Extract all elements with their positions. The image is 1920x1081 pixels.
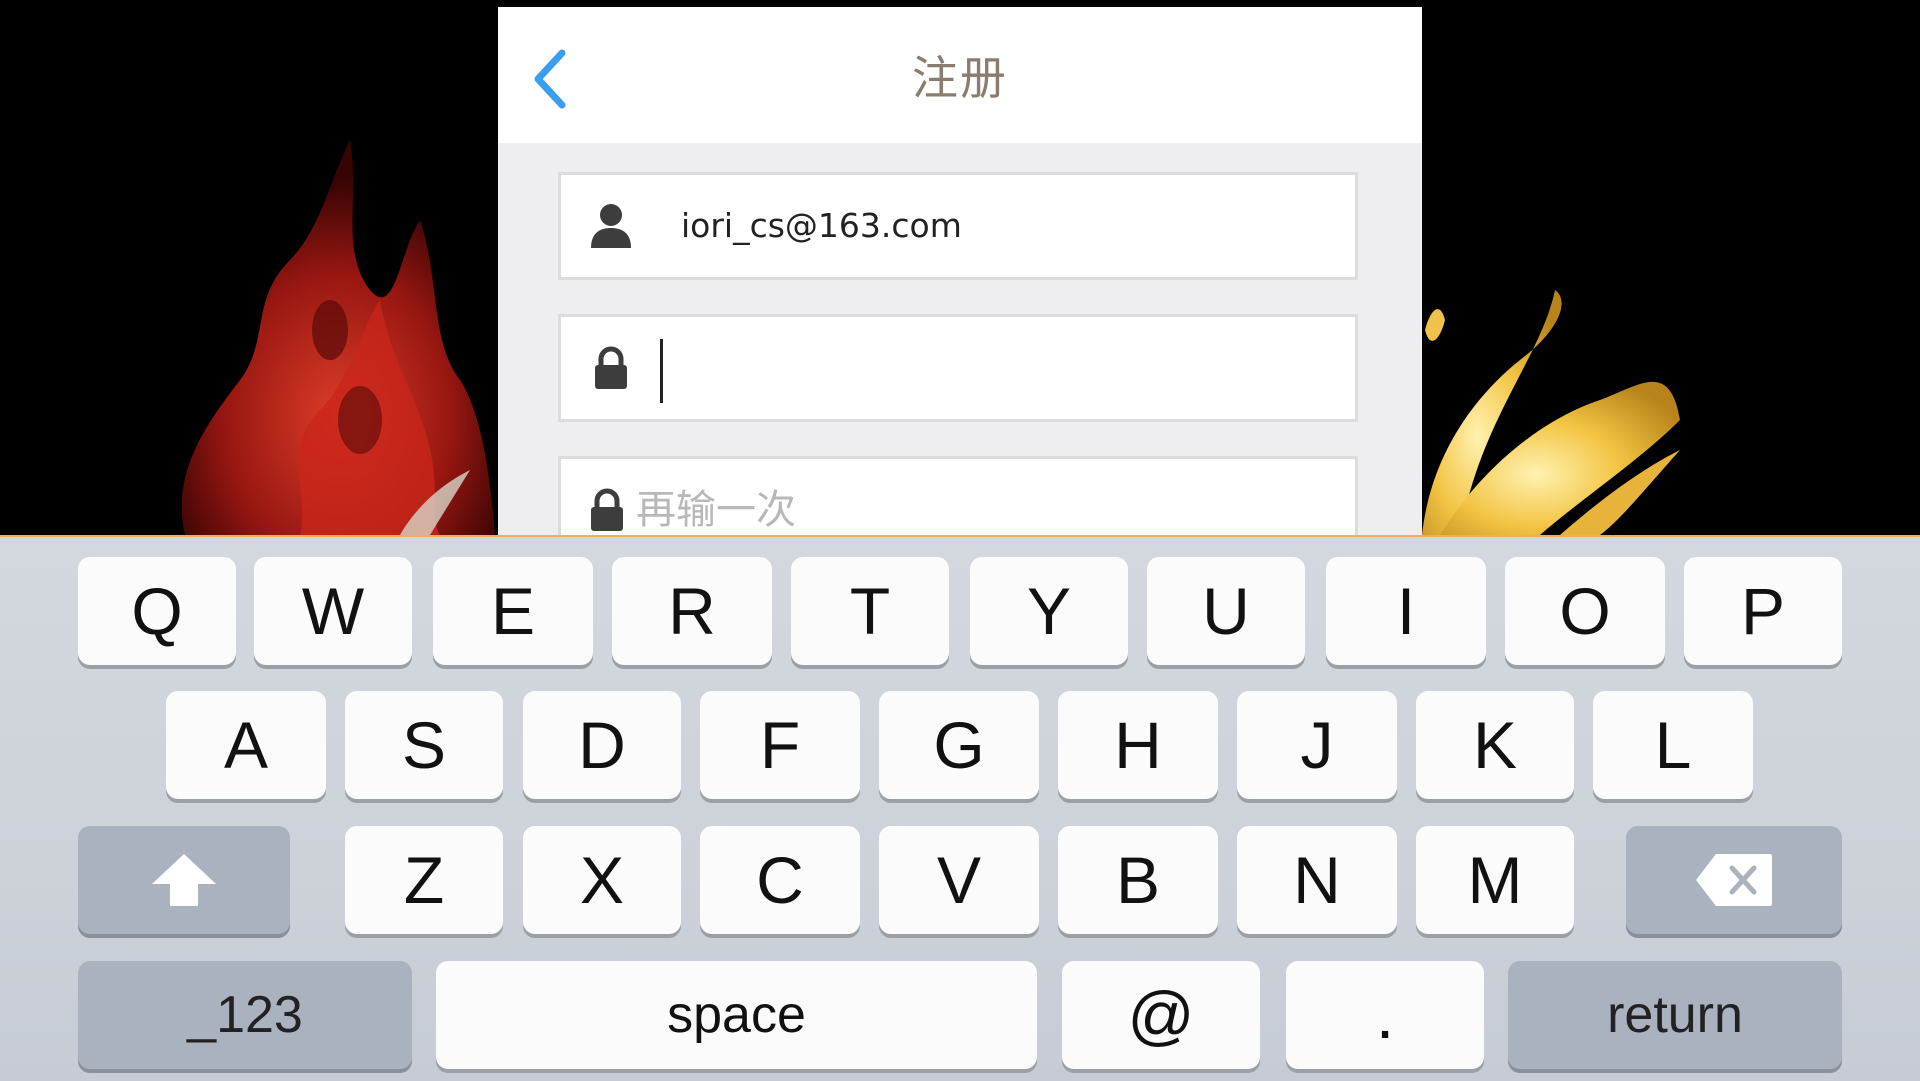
at-key[interactable]: @	[1062, 961, 1260, 1069]
dialog-header: 注册	[498, 7, 1422, 143]
key-v[interactable]: V	[879, 826, 1039, 934]
key-h[interactable]: H	[1058, 691, 1218, 799]
backspace-icon	[1696, 854, 1772, 906]
key-l[interactable]: L	[1593, 691, 1753, 799]
key-p[interactable]: P	[1684, 557, 1842, 665]
key-d[interactable]: D	[523, 691, 681, 799]
key-k[interactable]: K	[1416, 691, 1574, 799]
key-f[interactable]: F	[700, 691, 860, 799]
key-c[interactable]: C	[700, 826, 860, 934]
key-w[interactable]: W	[254, 557, 412, 665]
key-z[interactable]: Z	[345, 826, 503, 934]
key-b[interactable]: B	[1058, 826, 1218, 934]
email-value: iori_cs@163.com	[681, 206, 962, 245]
return-key[interactable]: return	[1508, 961, 1842, 1069]
dot-key[interactable]: .	[1286, 961, 1484, 1069]
confirm-password-placeholder: 再输一次	[636, 487, 796, 533]
key-t[interactable]: T	[791, 557, 949, 665]
key-j[interactable]: J	[1237, 691, 1397, 799]
numbers-key[interactable]: _123	[78, 961, 412, 1069]
text-cursor	[660, 339, 663, 403]
key-n[interactable]: N	[1237, 826, 1397, 934]
key-o[interactable]: O	[1505, 557, 1665, 665]
page-title: 注册	[912, 51, 1008, 105]
key-m[interactable]: M	[1416, 826, 1574, 934]
password-field[interactable]	[558, 314, 1358, 422]
key-i[interactable]: I	[1326, 557, 1486, 665]
lock-icon	[579, 459, 635, 535]
register-dialog: 注册 iori_cs@163.com 再输一次	[498, 7, 1422, 535]
shift-key[interactable]	[78, 826, 290, 934]
email-field[interactable]: iori_cs@163.com	[558, 172, 1358, 280]
key-e[interactable]: E	[433, 557, 593, 665]
lock-icon	[583, 317, 639, 419]
key-a[interactable]: A	[166, 691, 326, 799]
chevron-left-icon	[534, 49, 566, 109]
space-key[interactable]: space	[436, 961, 1037, 1069]
key-u[interactable]: U	[1147, 557, 1305, 665]
key-r[interactable]: R	[612, 557, 772, 665]
user-icon	[583, 175, 639, 277]
key-s[interactable]: S	[345, 691, 503, 799]
shift-arrow-icon	[152, 854, 216, 906]
key-q[interactable]: Q	[78, 557, 236, 665]
key-x[interactable]: X	[523, 826, 681, 934]
confirm-password-field[interactable]: 再输一次	[558, 456, 1358, 535]
key-y[interactable]: Y	[970, 557, 1128, 665]
onscreen-keyboard: Q W E R T Y U I O P A S D F G H J K L Z …	[0, 535, 1920, 1081]
back-button[interactable]	[520, 39, 580, 119]
delete-key[interactable]	[1626, 826, 1842, 934]
key-g[interactable]: G	[879, 691, 1039, 799]
